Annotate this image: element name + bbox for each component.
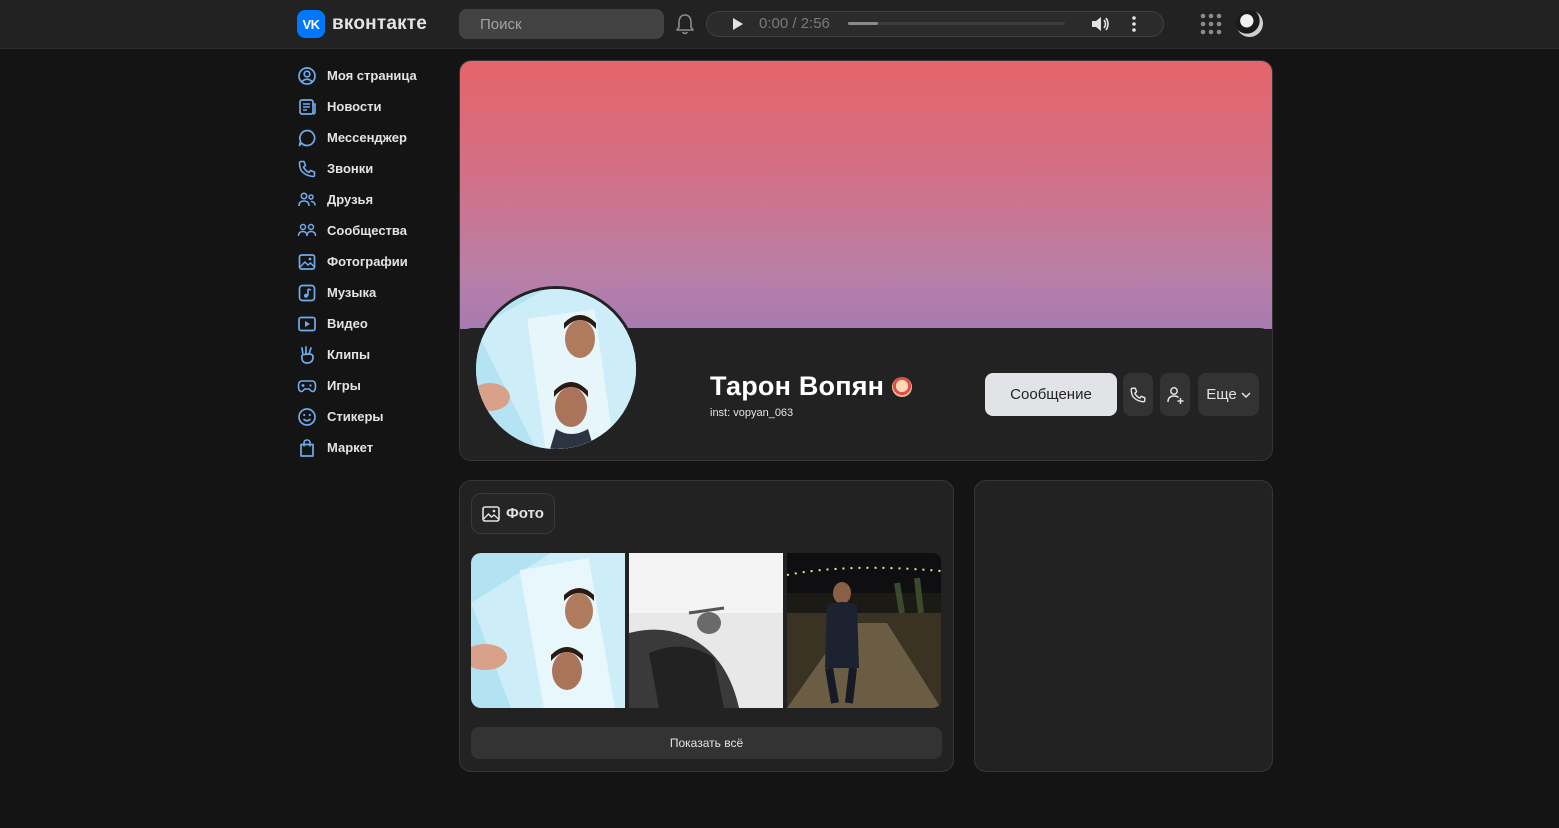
apps-grid-icon[interactable] [1199,12,1223,36]
sidebar-item-news[interactable]: Новости [297,91,447,122]
sidebar-item-label: Фотографии [327,254,408,269]
photo-thumbnail[interactable] [471,553,625,708]
gamepad-icon [297,379,317,392]
sidebar-item-music[interactable]: Музыка [297,277,447,308]
chat-bubble-icon [298,129,316,146]
sidebar-item-friends[interactable]: Друзья [297,184,447,215]
sidebar-item-label: Друзья [327,192,374,207]
side-card [974,480,1273,772]
sidebar-item-label: Музыка [327,285,377,300]
sidebar-item-label: Видео [327,316,368,331]
music-icon [298,284,316,301]
left-navigation: Моя страница Новости Мессенджер Звонки Д… [297,60,447,463]
clips-icon [301,345,314,364]
phone-icon [1130,387,1146,402]
more-vertical-icon[interactable] [1127,15,1141,33]
play-icon[interactable] [729,16,745,32]
sidebar-item-label: Мессенджер [327,130,407,145]
phone-icon [298,160,316,177]
profile-name-row: Тарон Вопян [710,371,913,402]
photos-card: Фото Показать всё [459,480,954,772]
bell-icon[interactable] [674,12,696,36]
photo-icon [298,253,316,270]
sidebar-item-my-page[interactable]: Моя страница [297,60,447,91]
sidebar-item-market[interactable]: Маркет [297,432,447,463]
photo-icon [482,505,500,522]
sidebar-item-label: Звонки [327,161,374,176]
photo-thumbnail-image [471,553,625,708]
sidebar-item-label: Моя страница [327,68,417,83]
top-bar: VK вконтакте 0:00 / 2:56 [0,0,1559,49]
search-input[interactable] [459,9,664,39]
sidebar-item-calls[interactable]: Звонки [297,153,447,184]
emoji-status-icon[interactable] [892,376,913,397]
player-progress[interactable] [848,22,1065,25]
friends-icon [298,191,316,206]
sidebar-item-clips[interactable]: Клипы [297,339,447,370]
sidebar-item-label: Новости [327,99,382,114]
volume-icon[interactable] [1090,15,1110,33]
player-time: 0:00 / 2:56 [759,15,830,32]
newspaper-icon [299,98,316,115]
vk-logo-text: вконтакте [332,13,428,34]
more-actions-label: Еще [1206,386,1237,403]
profile-avatar-photo [476,289,636,449]
profile-cover [460,61,1272,329]
profile-name: Тарон Вопян [710,371,885,401]
photo-thumbnail[interactable] [629,553,783,708]
sidebar-item-communities[interactable]: Сообщества [297,215,447,246]
more-actions-button[interactable]: Еще [1198,373,1259,416]
photo-thumbnail-image [787,553,941,708]
profile-status: inst: vopyan_063 [710,407,794,419]
player-progress-fill [848,22,879,25]
sidebar-item-label: Клипы [327,347,371,362]
chevron-down-icon [1241,391,1251,398]
sidebar-item-games[interactable]: Игры [297,370,447,401]
smile-icon [298,407,316,426]
photo-thumbnail[interactable] [787,553,941,708]
sidebar-item-photos[interactable]: Фотографии [297,246,447,277]
sidebar-item-label: Сообщества [327,223,407,238]
photos-tab[interactable]: Фото [471,493,555,534]
profile-header-card: Тарон Вопян inst: vopyan_063 Сообщение Е… [459,60,1273,461]
video-icon [298,316,316,331]
vk-logo-mark: VK [297,10,325,38]
sidebar-item-label: Маркет [327,440,374,455]
audio-player: 0:00 / 2:56 [706,11,1164,37]
call-button[interactable] [1123,373,1153,416]
user-circle-icon [298,66,316,85]
add-user-icon [1167,386,1184,404]
sidebar-item-video[interactable]: Видео [297,308,447,339]
photo-thumbnail-image [629,553,783,708]
user-avatar[interactable] [1236,10,1263,37]
profile-avatar[interactable] [473,286,639,452]
sidebar-item-messenger[interactable]: Мессенджер [297,122,447,153]
vk-logo[interactable]: VK вконтакте [297,10,427,38]
add-friend-button[interactable] [1160,373,1190,416]
shopping-bag-icon [300,438,314,457]
sidebar-item-label: Стикеры [327,409,384,424]
communities-icon [297,223,317,236]
sidebar-item-label: Игры [327,378,361,393]
message-button[interactable]: Сообщение [985,373,1117,416]
sidebar-item-stickers[interactable]: Стикеры [297,401,447,432]
show-all-photos-button[interactable]: Показать всё [471,727,942,759]
photo-grid [471,553,942,708]
photos-tab-label: Фото [506,505,544,522]
